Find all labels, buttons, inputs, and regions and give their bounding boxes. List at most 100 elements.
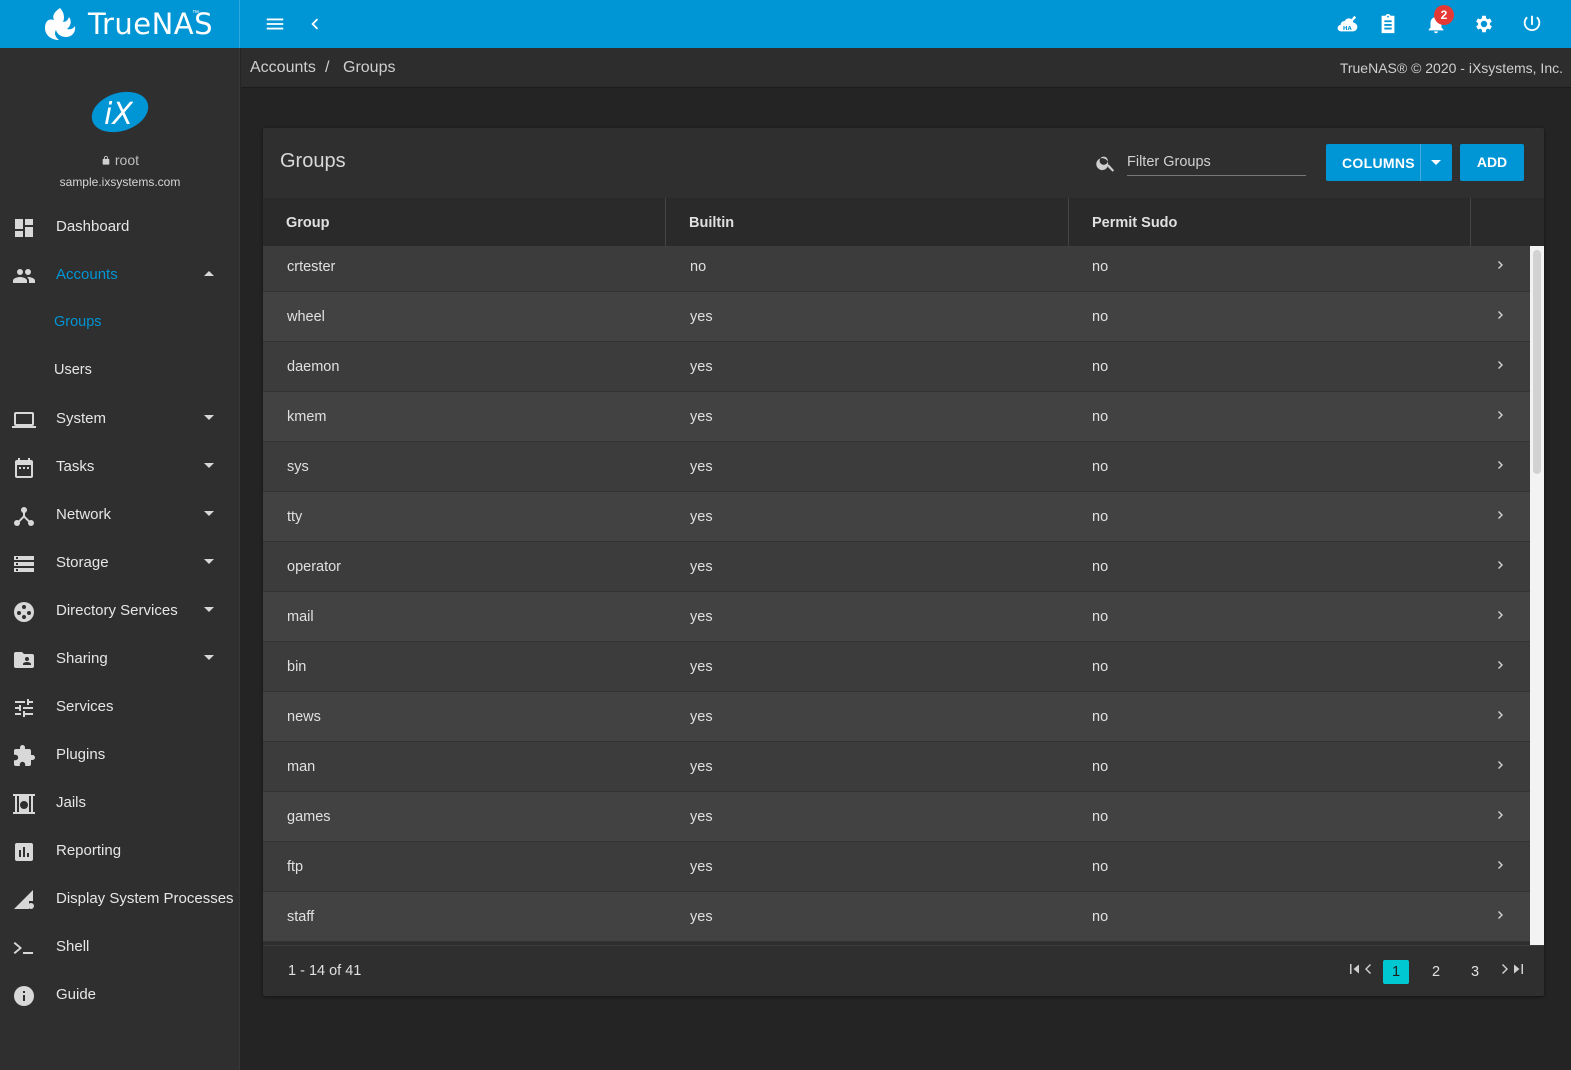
nav-label: Groups: [54, 314, 102, 330]
top-toolbar: TrueNAS ™ HA 2: [0, 0, 1571, 48]
nav-guide[interactable]: Guide: [0, 971, 240, 1019]
cell-builtin: yes: [690, 659, 713, 675]
cell-builtin: yes: [690, 309, 713, 325]
nav-groups[interactable]: Groups: [0, 299, 240, 347]
page-3-button[interactable]: 3: [1462, 960, 1488, 984]
filter-groups-input[interactable]: [1127, 148, 1306, 176]
table-row[interactable]: wheel yes no: [263, 292, 1530, 342]
nav-label: Accounts: [56, 266, 118, 283]
nav-label: Users: [54, 362, 92, 378]
previous-page-icon[interactable]: [1363, 962, 1375, 978]
table-row[interactable]: sys yes no: [263, 442, 1530, 492]
cell-permit-sudo: no: [1092, 609, 1109, 625]
groups-card: Groups COLUMNS ADD Group Builtin Permit …: [263, 128, 1544, 996]
nav-tasks[interactable]: Tasks: [0, 443, 240, 491]
column-header-builtin[interactable]: Builtin: [666, 198, 1068, 246]
info-icon: [12, 984, 36, 1008]
power-button[interactable]: [1516, 8, 1548, 40]
breadcrumb-accounts[interactable]: Accounts: [250, 59, 316, 77]
nav-label: Storage: [56, 554, 109, 571]
table-row[interactable]: ftp yes no: [263, 842, 1530, 892]
table-row[interactable]: daemon yes no: [263, 342, 1530, 392]
page-2-button[interactable]: 2: [1423, 960, 1449, 984]
column-header-group[interactable]: Group: [263, 198, 665, 246]
chevron-right-icon[interactable]: [1496, 708, 1506, 720]
nav-sharing[interactable]: Sharing: [0, 635, 240, 683]
chevron-right-icon[interactable]: [1496, 758, 1506, 770]
table-row[interactable]: mail yes no: [263, 592, 1530, 642]
cell-builtin: yes: [690, 759, 713, 775]
cell-builtin: yes: [690, 859, 713, 875]
chevron-right-icon[interactable]: [1496, 458, 1506, 470]
copyright-text: TrueNAS® © 2020 - iXsystems, Inc.: [1339, 60, 1563, 76]
table-row[interactable]: staff yes no: [263, 892, 1530, 942]
chevron-right-icon[interactable]: [1496, 808, 1506, 820]
nav-jails[interactable]: Jails: [0, 779, 240, 827]
chevron-right-icon[interactable]: [1496, 408, 1506, 420]
nav-accounts[interactable]: Accounts: [0, 251, 240, 299]
settings-button[interactable]: [1468, 8, 1500, 40]
caret-down-icon: [204, 511, 214, 516]
add-group-button[interactable]: ADD: [1460, 144, 1524, 181]
cell-permit-sudo: no: [1092, 659, 1109, 675]
alerts-count-badge: 2: [1434, 5, 1454, 25]
cell-permit-sudo: no: [1092, 709, 1109, 725]
nav-dashboard[interactable]: Dashboard: [0, 203, 240, 251]
chevron-right-icon[interactable]: [1496, 358, 1506, 370]
laptop-icon: [12, 408, 36, 432]
alerts-button[interactable]: 2: [1420, 5, 1454, 40]
table-row[interactable]: crtester no no: [263, 246, 1530, 292]
chevron-right-icon[interactable]: [1496, 608, 1506, 620]
nav-storage[interactable]: Storage: [0, 539, 240, 587]
column-divider[interactable]: [1470, 198, 1471, 246]
nav-network[interactable]: Network: [0, 491, 240, 539]
chevron-right-icon[interactable]: [1496, 558, 1506, 570]
table-row[interactable]: bin yes no: [263, 642, 1530, 692]
chevron-right-icon[interactable]: [1496, 508, 1506, 520]
nav-system[interactable]: System: [0, 395, 240, 443]
last-page-icon[interactable]: [1512, 962, 1524, 978]
table-row[interactable]: man yes no: [263, 742, 1530, 792]
menu-toggle-button[interactable]: [259, 8, 291, 40]
first-page-icon[interactable]: [1349, 962, 1361, 978]
collapse-sidebar-button[interactable]: [299, 8, 331, 40]
chevron-right-icon[interactable]: [1496, 908, 1506, 920]
nav-users[interactable]: Users: [0, 347, 240, 395]
ix-logo-icon: iX: [91, 91, 149, 133]
table-row[interactable]: news yes no: [263, 692, 1530, 742]
nav-label: Tasks: [56, 458, 95, 475]
chevron-left-icon: [311, 18, 319, 30]
cell-group: crtester: [287, 259, 336, 275]
nav-services[interactable]: Services: [0, 683, 240, 731]
next-page-icon[interactable]: [1498, 962, 1510, 978]
task-manager-button[interactable]: [1372, 8, 1404, 40]
cell-builtin: yes: [690, 909, 713, 925]
nav-display-system-processes[interactable]: Display System Processes: [0, 875, 240, 923]
nav-directory-services[interactable]: Directory Services: [0, 587, 240, 635]
table-row[interactable]: kmem yes no: [263, 392, 1530, 442]
brand[interactable]: TrueNAS ™: [0, 0, 240, 48]
nav-label: System: [56, 410, 107, 427]
cell-builtin: yes: [690, 509, 713, 525]
columns-button[interactable]: COLUMNS: [1326, 144, 1452, 181]
table-scrollbar[interactable]: [1530, 246, 1544, 945]
nav-plugins[interactable]: Plugins: [0, 731, 240, 779]
table-row[interactable]: games yes no: [263, 792, 1530, 842]
nav-shell[interactable]: Shell: [0, 923, 240, 971]
columns-button-label: COLUMNS: [1342, 155, 1415, 171]
scrollbar-thumb[interactable]: [1533, 250, 1541, 474]
directory-icon: [12, 600, 36, 624]
table-row[interactable]: operator yes no: [263, 542, 1530, 592]
chevron-right-icon[interactable]: [1496, 308, 1506, 320]
column-header-permit-sudo[interactable]: Permit Sudo: [1069, 198, 1471, 246]
chevron-right-icon[interactable]: [1496, 658, 1506, 670]
chevron-right-icon[interactable]: [1496, 258, 1506, 270]
cell-group: games: [287, 809, 331, 825]
chevron-right-icon[interactable]: [1496, 858, 1506, 870]
nav-reporting[interactable]: Reporting: [0, 827, 240, 875]
breadcrumb-separator: /: [325, 59, 330, 76]
caret-down-icon: [204, 415, 214, 420]
page-1-button[interactable]: 1: [1383, 960, 1409, 984]
table-row[interactable]: tty yes no: [263, 492, 1530, 542]
ha-status-button[interactable]: HA: [1331, 8, 1363, 40]
